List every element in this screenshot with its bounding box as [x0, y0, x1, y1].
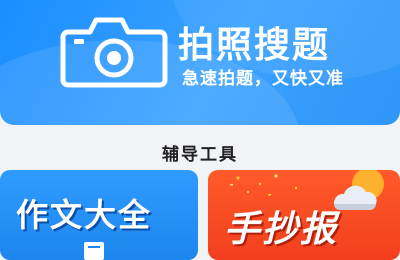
- banner-subtitle: 急速拍题，又快又准: [182, 69, 344, 89]
- photo-search-banner[interactable]: 拍照搜题 急速拍题，又快又准: [0, 0, 400, 125]
- book-icon: [84, 242, 104, 260]
- essay-collection-card[interactable]: 作文大全: [0, 170, 198, 260]
- camera-icon: [60, 17, 168, 88]
- handcopy-newspaper-card[interactable]: 手抄报: [208, 170, 400, 260]
- essay-collection-label: 作文大全: [16, 196, 153, 234]
- banner-title: 拍照搜题: [178, 25, 331, 66]
- handcopy-newspaper-label: 手抄报: [224, 209, 339, 250]
- section-title: 辅导工具: [162, 145, 238, 165]
